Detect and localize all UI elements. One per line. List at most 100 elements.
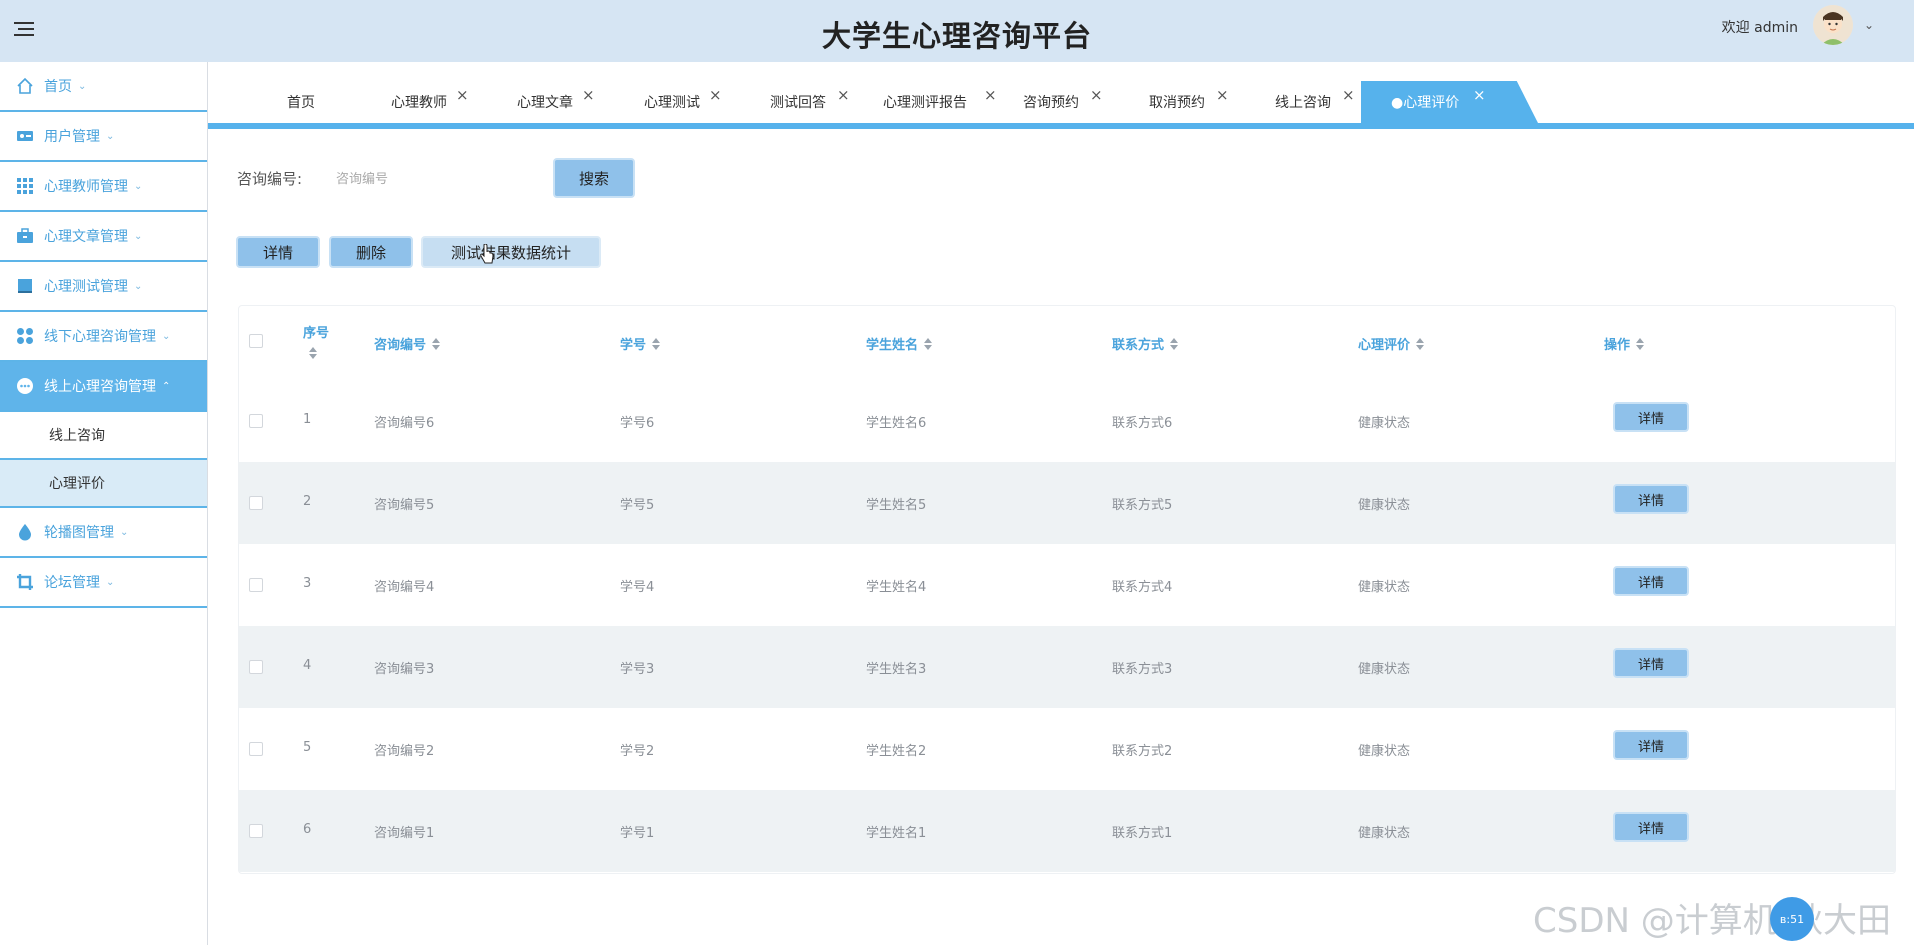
table-row: 1 咨询编号6 学号6 学生姓名6 联系方式6 健康状态 详情: [239, 380, 1895, 462]
cell-evaluation: 健康状态: [1358, 826, 1411, 841]
sidebar-item-tests[interactable]: 心理测试管理 ⌄: [0, 262, 207, 312]
cell-no: 2: [303, 494, 312, 509]
sidebar-item-teachers[interactable]: 心理教师管理 ⌄: [0, 162, 207, 212]
sort-icon[interactable]: [1170, 337, 1179, 350]
tab-label: 测试回答: [770, 95, 826, 111]
avatar[interactable]: [1813, 5, 1853, 45]
row-detail-button[interactable]: 详情: [1613, 648, 1689, 678]
chevron-down-icon: ⌄: [106, 576, 115, 588]
tab-cancel-appointments[interactable]: 取消预约 ×: [1149, 81, 1229, 123]
delete-button[interactable]: 删除: [329, 236, 413, 268]
tab-tests[interactable]: 心理测试 ×: [644, 81, 722, 123]
sidebar-item-home[interactable]: 首页 ⌄: [0, 62, 207, 112]
cell-evaluation: 健康状态: [1358, 580, 1411, 595]
sidebar-item-offline-consult[interactable]: 线下心理咨询管理 ⌄: [0, 312, 207, 362]
tab-answers[interactable]: 测试回答 ×: [770, 81, 850, 123]
column-header-evaluation[interactable]: 心理评价: [1358, 334, 1425, 353]
cell-no: 6: [303, 822, 312, 837]
user-card-icon: [17, 131, 33, 141]
row-detail-button[interactable]: 详情: [1613, 730, 1689, 760]
cell-student-id: 学号1: [620, 826, 655, 841]
row-checkbox[interactable]: [249, 824, 263, 838]
row-checkbox[interactable]: [249, 578, 263, 592]
column-label: 操作: [1604, 338, 1631, 353]
cell-student-id: 学号6: [620, 416, 655, 431]
close-icon[interactable]: ×: [1090, 86, 1103, 104]
sort-icon[interactable]: [432, 337, 441, 350]
sidebar-item-label: 轮播图管理: [44, 525, 114, 541]
close-icon[interactable]: ×: [1216, 86, 1229, 104]
close-icon[interactable]: ×: [456, 86, 469, 104]
column-header-no[interactable]: 序号: [303, 322, 329, 359]
tab-label: 心理测评报告: [883, 95, 967, 111]
sort-icon[interactable]: [309, 347, 317, 359]
cell-student-name: 学生姓名6: [866, 416, 927, 431]
home-icon: [17, 77, 33, 94]
row-checkbox[interactable]: [249, 414, 263, 428]
close-icon[interactable]: ×: [582, 86, 595, 104]
close-icon[interactable]: ×: [709, 86, 722, 104]
column-header-actions[interactable]: 操作: [1604, 334, 1645, 353]
tab-bar: 首页 心理教师 × 心理文章 × 心理测试 × 测试回答 × 心理测评报告 × …: [208, 81, 1914, 129]
close-icon[interactable]: ×: [1473, 86, 1486, 104]
close-icon[interactable]: ×: [1342, 86, 1355, 104]
row-checkbox[interactable]: [249, 496, 263, 510]
sort-icon[interactable]: [652, 337, 661, 350]
table-row: 4 咨询编号3 学号3 学生姓名3 联系方式3 健康状态 详情: [239, 626, 1895, 708]
chevron-down-icon: ⌄: [120, 526, 129, 538]
tab-appointments[interactable]: 咨询预约 ×: [1023, 81, 1103, 123]
tab-teachers[interactable]: 心理教师 ×: [391, 81, 469, 123]
tab-home[interactable]: 首页: [287, 81, 315, 123]
sort-icon[interactable]: [1416, 337, 1425, 350]
sidebar-item-forum[interactable]: 论坛管理 ⌄: [0, 558, 207, 608]
tab-reports[interactable]: 心理测评报告 ×: [883, 81, 997, 123]
sidebar-item-online-consult[interactable]: 线上心理咨询管理 ⌃: [0, 362, 207, 412]
column-header-contact[interactable]: 联系方式: [1112, 334, 1179, 353]
close-icon[interactable]: ×: [837, 86, 850, 104]
row-detail-button[interactable]: 详情: [1613, 402, 1689, 432]
crop-icon: [17, 574, 33, 590]
tab-evaluation[interactable]: ●心理评价 ×: [1361, 81, 1538, 123]
tab-label: 心理文章: [517, 95, 573, 111]
detail-button[interactable]: 详情: [236, 236, 320, 268]
column-header-student-id[interactable]: 学号: [620, 334, 661, 353]
cell-evaluation: 健康状态: [1358, 744, 1411, 759]
column-header-code[interactable]: 咨询编号: [374, 334, 441, 353]
cell-code: 咨询编号6: [374, 416, 435, 431]
sort-icon[interactable]: [1636, 337, 1645, 350]
row-detail-button[interactable]: 详情: [1613, 566, 1689, 596]
column-label: 联系方式: [1112, 338, 1165, 353]
chat-icon: [17, 378, 33, 394]
stats-button[interactable]: 测试结果数据统计: [421, 236, 601, 268]
sidebar-subitem-online-consult[interactable]: 线上咨询: [0, 412, 207, 460]
tab-online-consult[interactable]: 线上咨询 ×: [1275, 81, 1355, 123]
row-detail-button[interactable]: 详情: [1613, 812, 1689, 842]
cell-code: 咨询编号3: [374, 662, 435, 677]
sidebar-item-articles[interactable]: 心理文章管理 ⌄: [0, 212, 207, 262]
column-header-student-name[interactable]: 学生姓名: [866, 334, 933, 353]
search-label: 咨询编号:: [237, 170, 303, 188]
cell-evaluation: 健康状态: [1358, 662, 1411, 677]
sidebar-subitem-evaluation[interactable]: 心理评价: [0, 460, 207, 508]
sidebar-subitem-label: 线上咨询: [49, 428, 105, 444]
chevron-down-icon: ⌄: [106, 130, 115, 142]
avatar-caret-icon[interactable]: ⌄: [1864, 18, 1874, 32]
row-checkbox[interactable]: [249, 660, 263, 674]
floating-action-button[interactable]: в:51: [1770, 897, 1814, 941]
close-icon[interactable]: ×: [984, 86, 997, 104]
hand-cursor-icon: [480, 244, 494, 264]
search-button[interactable]: 搜索: [553, 158, 635, 198]
row-checkbox[interactable]: [249, 742, 263, 756]
cell-code: 咨询编号2: [374, 744, 435, 759]
column-label: 序号: [303, 326, 330, 341]
cell-no: 4: [303, 658, 312, 673]
sidebar-item-users[interactable]: 用户管理 ⌄: [0, 112, 207, 162]
search-input[interactable]: [326, 162, 558, 196]
sidebar-item-label: 论坛管理: [44, 575, 100, 591]
row-detail-button[interactable]: 详情: [1613, 484, 1689, 514]
tab-articles[interactable]: 心理文章 ×: [517, 81, 595, 123]
sidebar-item-label: 心理测试管理: [44, 279, 128, 295]
select-all-checkbox[interactable]: [249, 334, 263, 348]
sidebar-item-carousel[interactable]: 轮播图管理 ⌄: [0, 508, 207, 558]
sort-icon[interactable]: [924, 337, 933, 350]
